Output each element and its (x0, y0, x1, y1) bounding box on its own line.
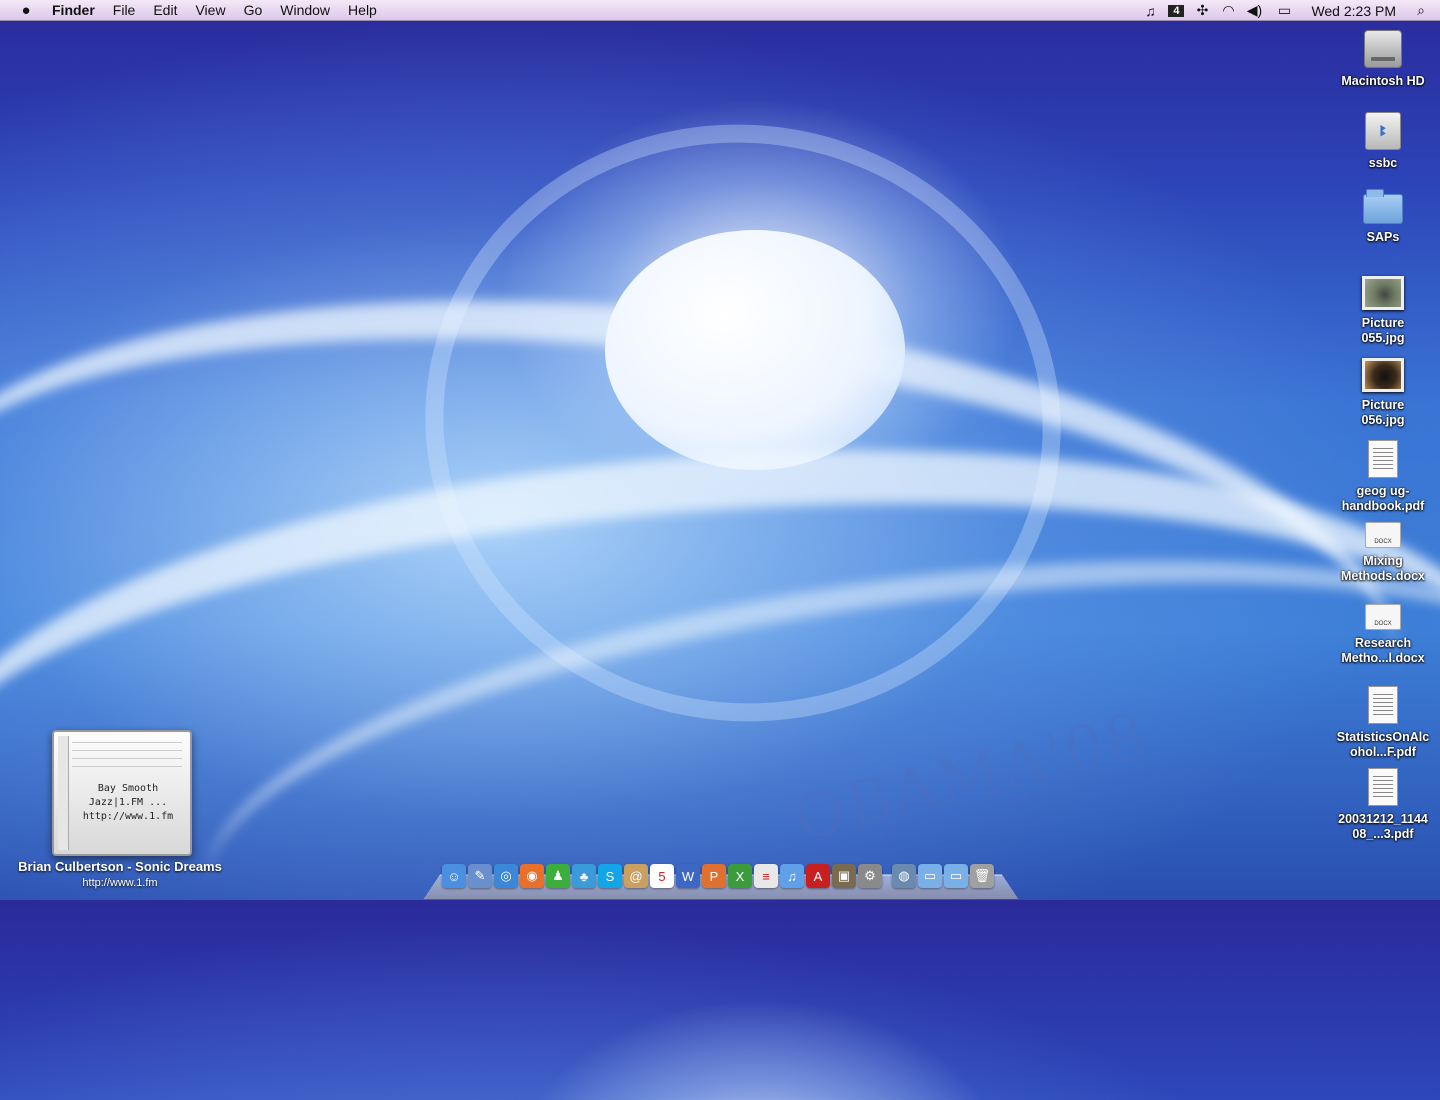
ichat-icon[interactable]: ♟ (546, 864, 570, 888)
now-playing-url: http://www.1.fm (82, 877, 158, 889)
pdf-document-icon (1368, 768, 1398, 806)
desktop-icon-statistics-alcohol[interactable]: StatisticsOnAlcohol...F.pdf (1328, 686, 1438, 760)
safari-icon[interactable]: ◎ (494, 864, 518, 888)
menu-clock[interactable]: Wed 2:23 PM (1301, 3, 1408, 19)
desktop-icon-picture-055[interactable]: Picture 055.jpg (1328, 276, 1438, 346)
wallpaper-logo-text: OBAMA'08 (786, 697, 1155, 856)
apple-menu-icon[interactable]: ● (12, 2, 40, 19)
wifi-icon[interactable]: ◠ (1215, 2, 1241, 19)
finder-icon[interactable]: ☺ (442, 864, 466, 888)
calendar-icon[interactable]: 5 (650, 864, 674, 888)
menu-help[interactable]: Help (339, 2, 386, 18)
itunes-icon[interactable]: ♫ (780, 864, 804, 888)
menu-view[interactable]: View (186, 2, 234, 18)
desktop-icon-macintosh-hd[interactable]: Macintosh HD (1328, 30, 1438, 89)
address-book-icon[interactable]: @ (624, 864, 648, 888)
documents-folder-icon[interactable]: ▭ (918, 864, 942, 888)
widget-station-text: Bay Smooth Jazz|1.FM ... http://www.1.fm (70, 782, 186, 824)
bluetooth-icon[interactable]: ✣ (1189, 2, 1215, 19)
acrobat-icon[interactable]: A (806, 864, 830, 888)
battery-icon[interactable]: ▭ (1267, 2, 1301, 19)
downloads-folder-icon[interactable]: ▭ (944, 864, 968, 888)
desktop-icon-label: 20031212_114408_...3.pdf (1338, 812, 1428, 841)
skype-icon[interactable]: S (598, 864, 622, 888)
docx-document-icon: DOCX (1365, 604, 1401, 630)
word-icon[interactable]: W (676, 864, 700, 888)
textedit-icon[interactable]: ≡ (754, 864, 778, 888)
desktop-icon-label: Macintosh HD (1341, 74, 1425, 88)
desktop-icon-geog-handbook[interactable]: geog ug-handbook.pdf (1328, 440, 1438, 514)
desktop-icon-label: Mixing Methods.docx (1340, 554, 1426, 583)
desktop-icon-label: Picture 056.jpg (1361, 398, 1405, 427)
pdf-document-icon (1368, 440, 1398, 478)
docx-document-icon: DOCX (1365, 522, 1401, 548)
desktop-icon-label: geog ug-handbook.pdf (1341, 484, 1425, 513)
menu-app-finder[interactable]: Finder (40, 2, 104, 18)
desktop-icon-mixing-methods[interactable]: DOCX Mixing Methods.docx (1328, 522, 1438, 584)
photo-thumbnail-icon (1362, 276, 1404, 310)
iphoto-icon[interactable]: ▣ (832, 864, 856, 888)
network-globe-icon[interactable]: ◍ (892, 864, 916, 888)
dock-separator (884, 864, 890, 888)
powerpoint-icon[interactable]: P (702, 864, 726, 888)
desktop-icon-label: Picture 055.jpg (1361, 316, 1405, 345)
wallpaper-moon (605, 230, 905, 470)
network-volume-icon: ꔪ (1365, 112, 1401, 150)
menu-extras: ♫ 4 ✣ ◠ ◀) ▭ Wed 2:23 PM ⌕ (1137, 0, 1440, 21)
now-playing-track: Brian Culbertson - Sonic Dreams (18, 859, 222, 874)
wallpaper-ring (386, 83, 1100, 763)
desktop-icon-label: ssbc (1368, 156, 1398, 170)
widget-spine (58, 736, 69, 850)
desktop-icon-saps[interactable]: SAPs (1328, 189, 1438, 245)
widget-station-name: Bay Smooth Jazz|1.FM ... (88, 783, 168, 808)
system-preferences-icon[interactable]: ⚙ (858, 864, 882, 888)
trash-icon[interactable]: 🗑 (970, 864, 994, 888)
spotlight-search-icon[interactable]: ⌕ (1408, 2, 1434, 19)
folder-icon (1363, 189, 1403, 224)
volume-icon[interactable]: ◀) (1241, 2, 1267, 19)
desktop-icon-20031212[interactable]: 20031212_114408_...3.pdf (1328, 768, 1438, 842)
desktop-icon-research-methods[interactable]: DOCX Research Metho...l.docx (1328, 604, 1438, 666)
preview-icon[interactable]: ✎ (468, 864, 492, 888)
desktop-icon-picture-056[interactable]: Picture 056.jpg (1328, 358, 1438, 428)
radio-widget[interactable]: Bay Smooth Jazz|1.FM ... http://www.1.fm (52, 730, 192, 856)
dock: ☺ ✎ ◎ ◉ ♟ ♣ S @5 W P X ≡ ♫ A ▣ ⚙ ◍ ▭ ▭ 🗑 (423, 862, 1019, 900)
desktop-icon-label: StatisticsOnAlcohol...F.pdf (1336, 730, 1430, 759)
desktop-icon-ssbc[interactable]: ꔪ ssbc (1328, 112, 1438, 171)
excel-icon[interactable]: X (728, 864, 752, 888)
messenger-icon[interactable]: ♣ (572, 864, 596, 888)
widget-lines (72, 742, 182, 772)
menu-bar: ● Finder File Edit View Go Window Help ♫… (0, 0, 1440, 21)
wallpaper-streak (0, 233, 1426, 947)
desktop-icon-label: SAPs (1366, 230, 1400, 244)
menu-edit[interactable]: Edit (144, 2, 186, 18)
widget-station-url: http://www.1.fm (82, 811, 174, 822)
desktop-icon-label: Research Metho...l.docx (1341, 636, 1425, 665)
dock-items: ☺ ✎ ◎ ◉ ♟ ♣ S @5 W P X ≡ ♫ A ▣ ⚙ ◍ ▭ ▭ 🗑 (442, 864, 994, 888)
music-icon[interactable]: ♫ (1137, 3, 1163, 19)
network-4-icon[interactable]: 4 (1168, 4, 1185, 17)
wallpaper-streak (0, 399, 1440, 1066)
photo-thumbnail-icon (1362, 358, 1404, 392)
pdf-document-icon (1368, 686, 1398, 724)
menu-go[interactable]: Go (235, 2, 272, 18)
menu-window[interactable]: Window (271, 2, 339, 18)
menu-file[interactable]: File (104, 2, 145, 18)
hard-drive-icon (1364, 30, 1402, 68)
firefox-icon[interactable]: ◉ (520, 864, 544, 888)
